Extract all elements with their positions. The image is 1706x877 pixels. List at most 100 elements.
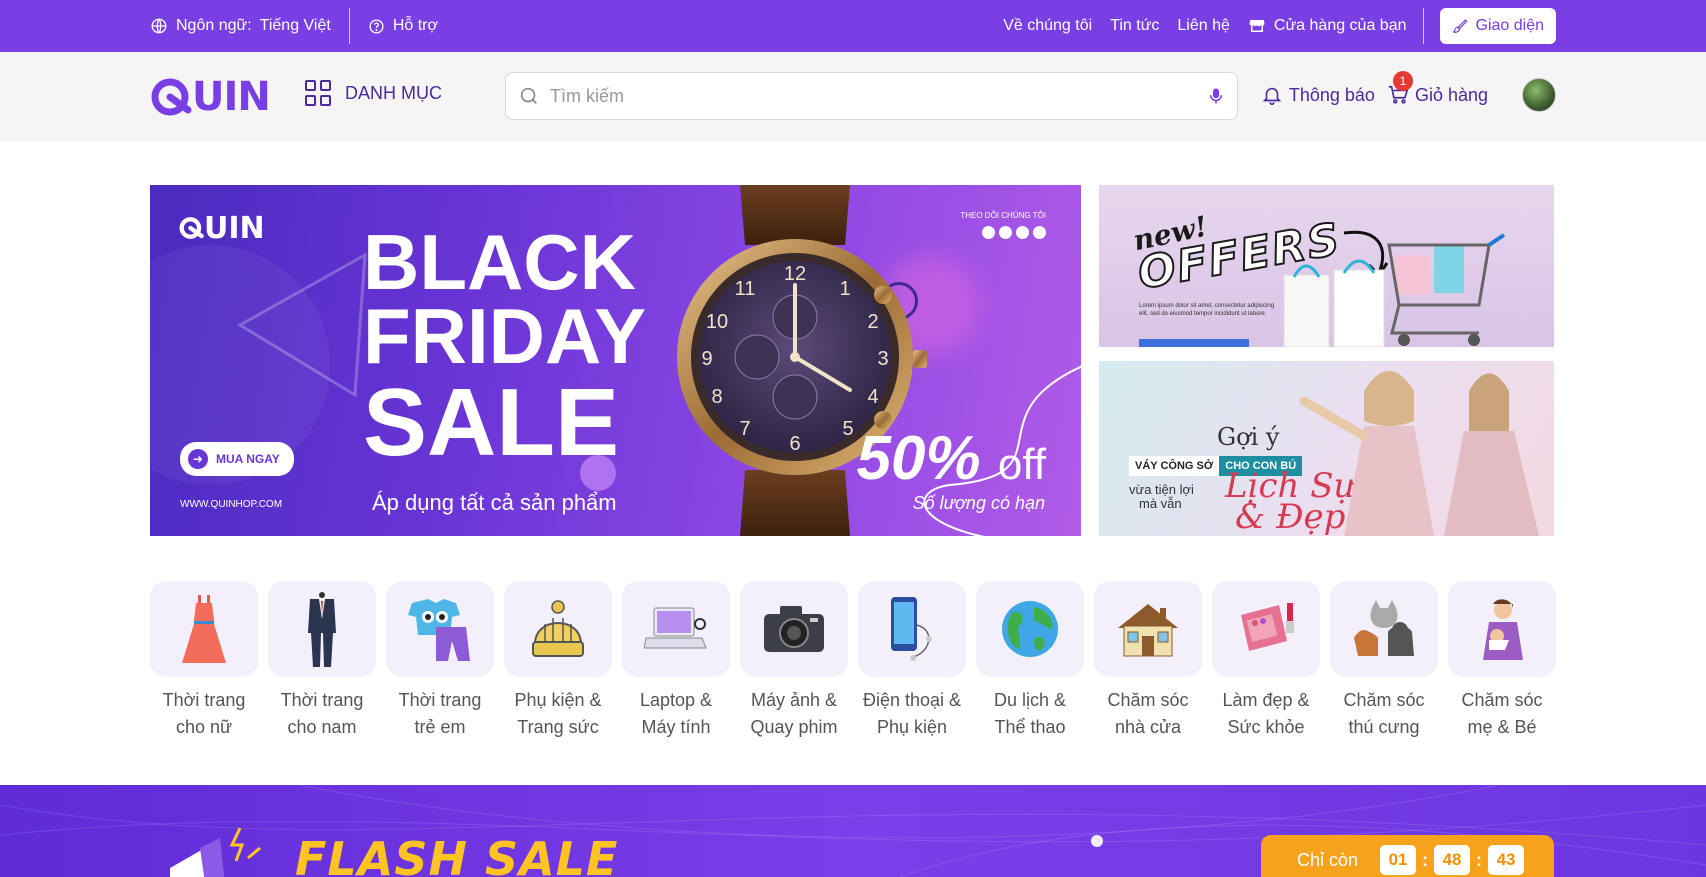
category-label-line2: trẻ em [414, 717, 466, 737]
category-item[interactable]: Du lịch & Thể thao [976, 581, 1084, 741]
category-label-line1: Thời trang [398, 690, 482, 710]
your-store-link[interactable]: Cửa hàng của bạn [1248, 17, 1407, 35]
main-banner[interactable]: UIN BLACK FRIDAY SALE Áp dụng tất cả sản… [150, 185, 1081, 536]
search-input[interactable] [550, 85, 1207, 107]
about-link[interactable]: Về chúng tôi [1003, 17, 1092, 35]
decor-triangle [237, 252, 367, 398]
your-store-label: Cửa hàng của bạn [1273, 17, 1407, 34]
cart-count-badge: 1 [1392, 71, 1413, 91]
category-label-line1: Máy ảnh & [750, 690, 838, 710]
help-icon [369, 18, 384, 34]
dress-icon [150, 581, 258, 677]
svg-text:5: 5 [842, 418, 853, 440]
follow-label: THEO DÕI CHÚNG TÔI [960, 211, 1046, 220]
category-label-line1: Thời trang [162, 690, 246, 710]
svg-text:4: 4 [867, 386, 878, 408]
banner-logo: UIN [178, 211, 265, 246]
offers-lorem: Lorem ipsum dolor sit amet, consectetur … [1139, 303, 1275, 317]
arrow-right-icon: ➜ [188, 449, 208, 469]
category-label-line2: cho nữ [175, 717, 233, 737]
category-item[interactable]: Laptop & Máy tính [622, 581, 730, 741]
banner-title: BLACK FRIDAY SALE [363, 223, 646, 477]
notifications-label: Thông báo [1288, 84, 1375, 105]
fashion-title: Gợi ý [1217, 423, 1280, 451]
theme-label: Giao diện [1475, 17, 1545, 34]
beanie-icon [504, 581, 612, 677]
category-label-line2: Thể thao [994, 717, 1066, 737]
language-label: Ngôn ngữ: [176, 17, 252, 34]
contact-link[interactable]: Liên hệ [1177, 17, 1230, 35]
shopping-bags-image [1283, 233, 1506, 347]
category-label-line1: Thời trang [280, 690, 364, 710]
category-item[interactable]: Làm đẹp & Sức khỏe [1212, 581, 1320, 741]
search-bar [505, 72, 1238, 120]
category-label: Máy ảnh & Quay phim [732, 687, 856, 741]
search-icon [520, 87, 537, 104]
news-link[interactable]: Tin tức [1110, 17, 1159, 35]
category-item[interactable]: Phụ kiện & Trang sức [504, 581, 612, 741]
globe-icon [976, 581, 1084, 677]
language-value: Tiếng Việt [259, 17, 331, 34]
camera-icon [740, 581, 848, 677]
category-label-line1: Chăm sóc [1343, 690, 1425, 710]
phone-icon [858, 581, 966, 677]
discount-value: 50% [856, 424, 981, 493]
notifications-button[interactable]: Thông báo [1261, 84, 1375, 106]
logo[interactable]: UIN [150, 74, 271, 120]
social-icons [960, 226, 1046, 239]
category-item[interactable]: Máy ảnh & Quay phim [740, 581, 848, 741]
category-list: Thời trang cho nữ Thời trang cho nam Thời tr… [150, 581, 1556, 741]
facebook-icon [982, 226, 995, 239]
countdown-hours: 01 [1380, 845, 1417, 875]
category-item[interactable]: Chăm sóc mẹ & Bé [1448, 581, 1556, 741]
banner-subtitle: Áp dụng tất cả sản phẩm [372, 490, 617, 515]
svg-text:3: 3 [877, 348, 888, 370]
category-item[interactable]: Thời trang cho nam [268, 581, 376, 741]
grid-icon [305, 80, 331, 106]
category-label: Chăm sóc nhà cửa [1086, 687, 1210, 741]
fashion-tag1: VÁY CÔNG SỞ [1129, 456, 1220, 476]
house-icon [1094, 581, 1202, 677]
category-label-line2: Quay phim [750, 717, 838, 737]
category-item[interactable]: Thời trang cho nữ [150, 581, 258, 741]
support-label: Hỗ trợ [392, 17, 438, 34]
avatar[interactable] [1522, 78, 1556, 112]
flash-sale-title: FLASH SALE [295, 832, 619, 877]
svg-text:1: 1 [839, 278, 850, 300]
fashion-banner[interactable]: Gợi ý VÁY CÔNG SỞ CHO CON BÚ vừa tiện lợ… [1099, 361, 1554, 536]
cart-button[interactable]: 1 Giỏ hàng [1387, 71, 1488, 106]
category-menu-button[interactable]: DANH MỤC [305, 80, 442, 106]
category-item[interactable]: Điện thoại & Phụ kiện [858, 581, 966, 741]
language-selector[interactable]: Ngôn ngữ: Tiếng Việt [150, 17, 331, 35]
category-label: Chăm sóc thú cưng [1322, 687, 1446, 741]
svg-text:10: 10 [706, 311, 728, 333]
category-item[interactable]: Chăm sóc thú cưng [1330, 581, 1438, 741]
countdown-seconds: 43 [1488, 845, 1525, 875]
category-label: Chăm sóc mẹ & Bé [1440, 687, 1564, 741]
brush-icon [1452, 19, 1468, 33]
offers-banner[interactable]: new! OFFERS Lorem ipsum dolor sit amet, … [1099, 185, 1554, 347]
cart-label: Giỏ hàng [1414, 84, 1488, 105]
top-bar: Ngôn ngữ: Tiếng Việt Hỗ trợ Về chúng tôi… [0, 0, 1706, 52]
svg-text:2: 2 [867, 311, 878, 333]
megaphone-icon [170, 827, 261, 877]
banner-follow: THEO DÕI CHÚNG TÔI [960, 211, 1046, 239]
banner-logo-text: UIN [204, 211, 265, 246]
instagram-icon [1033, 226, 1046, 239]
offers-strip [1139, 339, 1249, 347]
divider [1422, 8, 1424, 44]
support-link[interactable]: Hỗ trợ [368, 17, 438, 35]
microphone-icon[interactable] [1207, 86, 1225, 106]
banner-discount: 50% off [857, 423, 1046, 494]
category-label-line2: Sức khỏe [1227, 717, 1305, 737]
category-item[interactable]: Thời trang trẻ em [386, 581, 494, 741]
banner-title-line3: SALE [363, 369, 620, 477]
bell-icon [1262, 87, 1282, 105]
shop-now-button[interactable]: ➜ MUA NGAY [180, 442, 294, 476]
svg-text:7: 7 [739, 418, 750, 440]
header: UIN DANH MỤC Thông báo 1 Giỏ hàng [0, 52, 1706, 141]
category-item[interactable]: Chăm sóc nhà cửa [1094, 581, 1202, 741]
theme-button[interactable]: Giao diện [1439, 8, 1556, 44]
countdown-separator: : [1476, 849, 1483, 870]
divider [348, 8, 350, 44]
